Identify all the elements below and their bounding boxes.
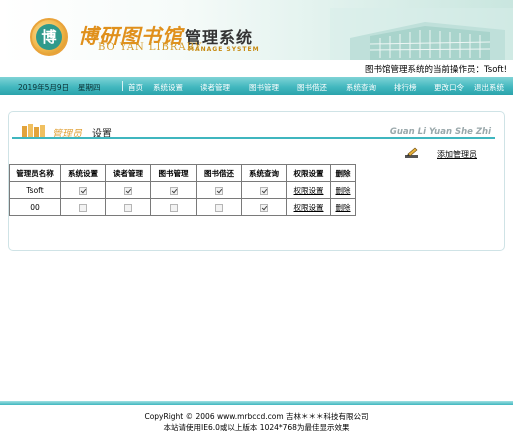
library-building-image xyxy=(330,8,513,60)
nav-item-borrow-return[interactable]: 图书借还 xyxy=(297,82,327,93)
nav-item-ranking[interactable]: 排行榜 xyxy=(394,82,417,93)
footer-divider xyxy=(0,401,513,405)
perm-checkbox[interactable] xyxy=(124,203,132,212)
table-row: Tsoft 权限设置 删除 xyxy=(9,181,356,199)
current-operator: 图书馆管理系统的当前操作员：Tsoft! xyxy=(365,65,507,75)
operator-row: 图书馆管理系统的当前操作员：Tsoft! xyxy=(0,60,513,77)
col-header-system-settings: 系统设置 xyxy=(60,164,106,182)
table-row: 00 权限设置 删除 xyxy=(9,198,356,216)
delete-link[interactable]: 删除 xyxy=(336,186,351,195)
nav-item-book-management[interactable]: 图书管理 xyxy=(249,82,279,93)
panel-title-pinyin: Guan Li Yuan She Zhi xyxy=(389,127,491,137)
nav-item-system-query[interactable]: 系统查询 xyxy=(346,82,376,93)
col-header-admin-name: 管理员名称 xyxy=(9,164,61,182)
add-admin-link[interactable]: 添加管理员 xyxy=(437,149,477,160)
footer: CopyRight © 2006 www.mrbccd.com 吉林＊＊＊科技有… xyxy=(0,411,513,433)
nav-item-reader-management[interactable]: 读者管理 xyxy=(200,82,230,93)
current-date: 2019年5月9日 xyxy=(18,83,70,92)
header: 博 博研图书馆 管理系统 BO YAN LIBRARY MANAGE SYSTE… xyxy=(0,0,513,60)
delete-link[interactable]: 删除 xyxy=(336,203,351,212)
perm-checkbox[interactable] xyxy=(79,186,87,195)
perm-checkbox[interactable] xyxy=(79,203,87,212)
col-header-borrow-return: 图书借还 xyxy=(196,164,242,182)
col-header-reader-management: 读者管理 xyxy=(105,164,151,182)
nav-item-change-password[interactable]: 更改口令 xyxy=(434,82,464,93)
perm-checkbox[interactable] xyxy=(124,186,132,195)
perm-checkbox[interactable] xyxy=(215,186,223,195)
admin-table: 管理员名称 系统设置 读者管理 图书管理 图书借还 系统查询 权限设置 删除 T… xyxy=(9,164,356,216)
col-header-book-management: 图书管理 xyxy=(150,164,197,182)
col-header-system-query: 系统查询 xyxy=(241,164,287,182)
logo-title-en: BO YAN LIBRARY xyxy=(98,42,203,53)
permission-settings-link[interactable]: 权限设置 xyxy=(294,186,324,195)
logo-char: 博 xyxy=(36,24,62,50)
admin-name-cell: 00 xyxy=(9,198,61,216)
title-divider xyxy=(12,137,495,139)
perm-checkbox[interactable] xyxy=(215,203,223,212)
current-weekday: 星期四 xyxy=(78,83,101,92)
pencil-edit-icon xyxy=(405,147,418,158)
perm-checkbox[interactable] xyxy=(260,203,268,212)
nav-item-system-settings[interactable]: 系统设置 xyxy=(153,82,183,93)
col-header-permission-settings: 权限设置 xyxy=(286,164,331,182)
perm-checkbox[interactable] xyxy=(169,203,178,212)
perm-checkbox[interactable] xyxy=(260,186,268,195)
footer-copyright: CopyRight © 2006 www.mrbccd.com 吉林＊＊＊科技有… xyxy=(144,412,369,421)
admin-name-cell: Tsoft xyxy=(9,181,61,199)
permission-settings-link[interactable]: 权限设置 xyxy=(294,203,324,212)
nav-item-home[interactable]: 首页 xyxy=(128,82,143,93)
footer-browser-note: 本站请使用IE6.0或以上版本 1024*768为最佳显示效果 xyxy=(163,423,350,432)
col-header-delete: 删除 xyxy=(330,164,356,182)
nav-item-logout[interactable]: 退出系统 xyxy=(474,82,504,93)
books-icon xyxy=(22,124,45,138)
perm-checkbox[interactable] xyxy=(169,186,178,195)
nav-separator xyxy=(122,81,123,91)
nav-bar: 2019年5月9日 星期四 首页 系统设置 读者管理 图书管理 图书借还 系统查… xyxy=(0,77,513,95)
logo-title-en-sub: MANAGE SYSTEM xyxy=(188,46,260,53)
table-header-row: 管理员名称 系统设置 读者管理 图书管理 图书借还 系统查询 权限设置 删除 xyxy=(9,164,356,182)
